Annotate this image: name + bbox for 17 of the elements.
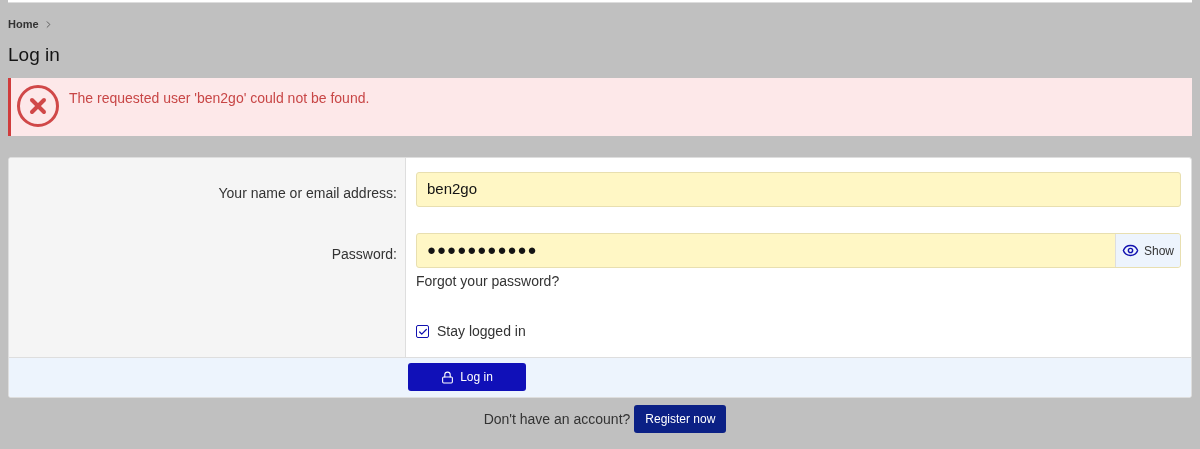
eye-icon [1121,242,1139,259]
error-text: The requested user 'ben2go' could not be found. [69,89,370,108]
register-button[interactable]: Register now [634,405,727,433]
page-title: Log in [8,42,60,67]
breadcrumb-link[interactable]: Home [8,16,39,33]
register-prompt: Don't have an account? [483,409,631,429]
login-button[interactable]: Log in [408,363,526,391]
field-label: Password: [331,245,397,264]
forgot-password-link[interactable]: Forgot your password? [416,271,560,292]
error-icon [17,85,59,127]
input-field[interactable]: ben2go [416,172,1181,207]
lock-icon [441,370,455,384]
show-password-button[interactable]: Show [1114,234,1180,267]
checkbox-label: Stay logged in [437,322,526,341]
password-field[interactable]: ●●●●●●●●●●● Show [416,233,1181,268]
field-label: Your name or email address: [218,184,397,203]
checkbox[interactable] [416,325,429,338]
